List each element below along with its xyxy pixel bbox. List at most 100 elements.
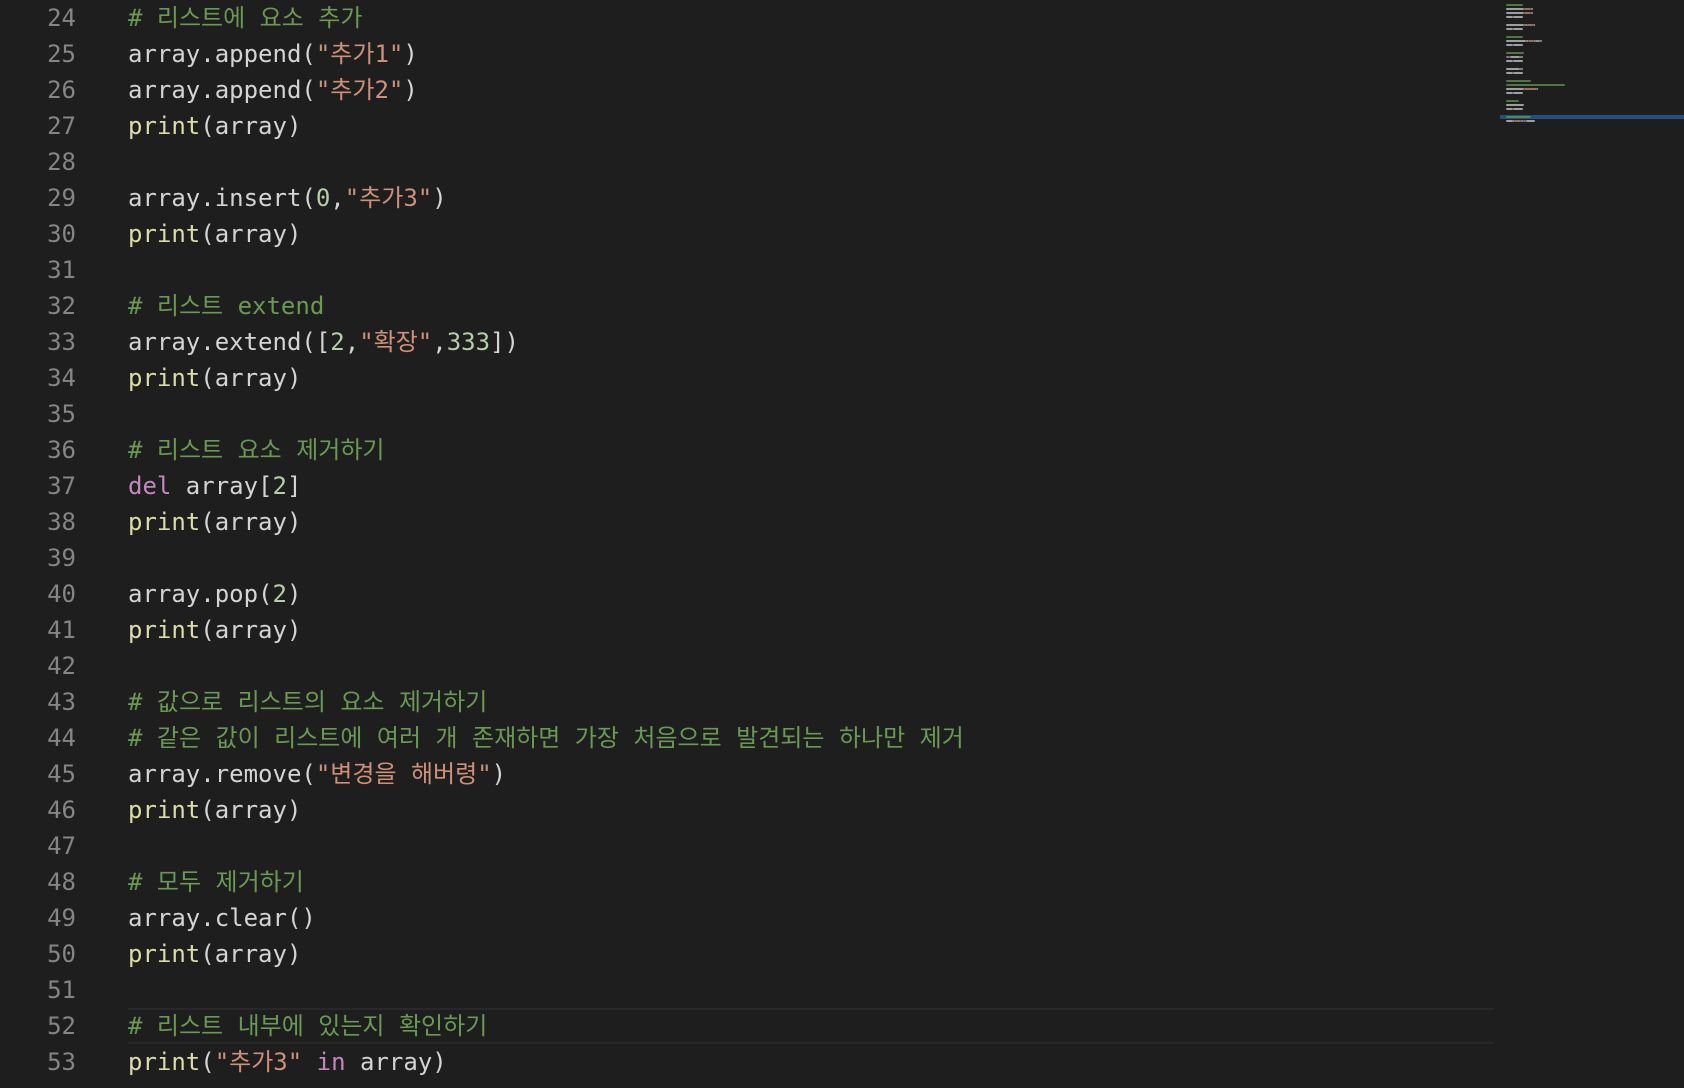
code-line[interactable]: 52 # 리스트 내부에 있는지 확인하기	[0, 1008, 1500, 1044]
code-line[interactable]: 25 array.append("추가1")	[0, 36, 1500, 72]
code-token: array)	[345, 1048, 447, 1076]
minimap-token	[1524, 12, 1532, 14]
code-line[interactable]: 38 print(array)	[0, 504, 1500, 540]
minimap-token	[1506, 100, 1519, 102]
code-line[interactable]: 36 # 리스트 요소 제거하기	[0, 432, 1500, 468]
line-number: 49	[47, 904, 76, 932]
minimap-token	[1524, 8, 1532, 10]
code-token: array.append(	[128, 40, 316, 68]
line-content[interactable]: # 모두 제거하기	[128, 864, 304, 900]
line-number: 47	[47, 832, 76, 860]
line-content[interactable]: # 리스트 내부에 있는지 확인하기	[128, 1008, 487, 1044]
line-number: 44	[47, 724, 76, 752]
code-line[interactable]: 45 array.remove("변경을 해버령")	[0, 756, 1500, 792]
line-number: 31	[47, 256, 76, 284]
string-token: "추가3"	[214, 1048, 303, 1076]
code-token: (array)	[200, 364, 302, 392]
code-line[interactable]: 46 print(array)	[0, 792, 1500, 828]
code-line[interactable]: 37 del array[2]	[0, 468, 1500, 504]
code-line[interactable]: 44 # 같은 값이 리스트에 여러 개 존재하면 가장 처음으로 발견되는 하나…	[0, 720, 1500, 756]
keyword-token: in	[316, 1048, 346, 1076]
line-content[interactable]: print(array)	[128, 108, 301, 144]
code-token: (array)	[200, 940, 302, 968]
code-line[interactable]: 26 array.append("추가2")	[0, 72, 1500, 108]
code-token: )	[403, 40, 418, 68]
line-number: 37	[47, 472, 76, 500]
code-line[interactable]: 39	[0, 540, 1500, 576]
number-token: 0	[315, 184, 331, 212]
code-line[interactable]: 49 array.clear()	[0, 900, 1500, 936]
minimap-token	[1506, 92, 1513, 94]
line-content[interactable]: array.append("추가2")	[128, 72, 418, 108]
code-line[interactable]: 41 print(array)	[0, 612, 1500, 648]
line-content[interactable]: array.append("추가1")	[128, 36, 418, 72]
minimap-token	[1506, 4, 1523, 6]
code-line[interactable]: 34 print(array)	[0, 360, 1500, 396]
line-number: 35	[47, 400, 76, 428]
line-content[interactable]: print(array)	[128, 612, 301, 648]
line-content[interactable]: print(array)	[128, 216, 301, 252]
code-line[interactable]: 28	[0, 144, 1500, 180]
minimap-token	[1531, 12, 1533, 14]
code-line[interactable]: 29 array.insert(0,"추가3")	[0, 180, 1500, 216]
line-content[interactable]: print(array)	[128, 792, 301, 828]
minimap-token	[1506, 24, 1525, 26]
minimap-token	[1525, 120, 1536, 122]
line-number: 36	[47, 436, 76, 464]
code-line[interactable]: 27 print(array)	[0, 108, 1500, 144]
code-line[interactable]: 31	[0, 252, 1500, 288]
line-content[interactable]: array.extend([2,"확장",333])	[128, 324, 519, 360]
minimap[interactable]	[1500, 0, 1684, 1088]
line-content[interactable]: print(array)	[128, 504, 301, 540]
line-number: 46	[47, 796, 76, 824]
line-number: 26	[47, 76, 76, 104]
line-number: 25	[47, 40, 76, 68]
line-content[interactable]: array.insert(0,"추가3")	[128, 180, 447, 216]
line-content[interactable]: array.pop(2)	[128, 576, 301, 612]
line-content[interactable]: array.clear()	[128, 900, 316, 936]
line-content[interactable]: print("추가3" in array)	[128, 1044, 447, 1080]
code-token: )	[491, 760, 507, 788]
function-token: print	[128, 796, 201, 824]
code-editor[interactable]: 24 # 리스트에 요소 추가 25 array.append("추가1") 26 arr…	[0, 0, 1684, 1088]
code-token: array.extend([	[128, 328, 331, 356]
minimap-token	[1506, 16, 1513, 18]
line-number: 34	[47, 364, 76, 392]
code-line[interactable]: 53 print("추가3" in array)	[0, 1044, 1500, 1080]
code-line[interactable]: 47	[0, 828, 1500, 864]
line-number: 28	[47, 148, 76, 176]
code-line[interactable]: 42	[0, 648, 1500, 684]
code-line[interactable]: 32 # 리스트 extend	[0, 288, 1500, 324]
line-content[interactable]: print(array)	[128, 360, 301, 396]
code-line[interactable]: 30 print(array)	[0, 216, 1500, 252]
line-content[interactable]: # 리스트에 요소 추가	[128, 0, 362, 36]
code-line[interactable]: 51	[0, 972, 1500, 1008]
function-token: print	[128, 940, 201, 968]
code-token: )	[286, 580, 302, 608]
line-content[interactable]: print(array)	[128, 936, 301, 972]
minimap-token	[1513, 72, 1523, 74]
code-line[interactable]: 43 # 값으로 리스트의 요소 제거하기	[0, 684, 1500, 720]
number-token: 333	[446, 328, 491, 356]
code-line[interactable]: 50 print(array)	[0, 936, 1500, 972]
line-content[interactable]: del array[2]	[128, 468, 301, 504]
line-content[interactable]: # 값으로 리스트의 요소 제거하기	[128, 684, 487, 720]
code-line[interactable]: 35	[0, 396, 1500, 432]
minimap-token	[1535, 40, 1540, 42]
function-token: print	[128, 112, 201, 140]
code-line[interactable]: 40 array.pop(2)	[0, 576, 1500, 612]
line-number: 51	[47, 976, 76, 1004]
comment-token: # 리스트 extend	[128, 292, 325, 320]
code-line[interactable]: 33 array.extend([2,"확장",333])	[0, 324, 1500, 360]
minimap-token	[1531, 8, 1533, 10]
code-area[interactable]: 24 # 리스트에 요소 추가 25 array.append("추가1") 26 arr…	[0, 0, 1500, 1088]
line-content[interactable]: # 같은 값이 리스트에 여러 개 존재하면 가장 처음으로 발견되는 하나만 …	[128, 720, 964, 756]
code-line[interactable]: 24 # 리스트에 요소 추가	[0, 0, 1500, 36]
comment-token: # 같은 값이 리스트에 여러 개 존재하면 가장 처음으로 발견되는 하나만 …	[128, 724, 964, 752]
code-line[interactable]: 48 # 모두 제거하기	[0, 864, 1500, 900]
minimap-token	[1506, 28, 1513, 30]
line-content[interactable]: # 리스트 extend	[128, 288, 324, 324]
minimap-token	[1506, 60, 1513, 62]
line-content[interactable]: array.remove("변경을 해버령")	[128, 756, 506, 792]
line-content[interactable]: # 리스트 요소 제거하기	[128, 432, 385, 468]
